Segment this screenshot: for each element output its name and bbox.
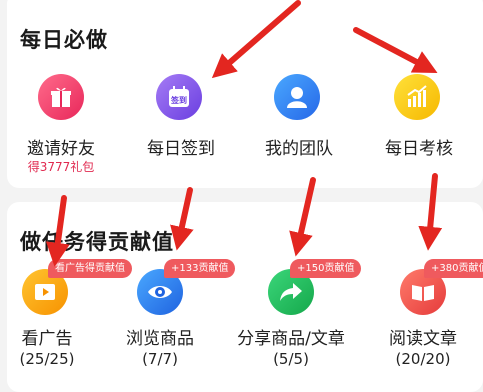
watch-ad-badge: 看广告得贡献值 <box>48 259 132 278</box>
daily-signin-label[interactable]: 每日签到 <box>147 134 215 159</box>
daily-review-label[interactable]: 每日考核 <box>385 134 453 159</box>
contribution-tasks-title: 做任务得贡献值 <box>20 230 174 254</box>
browse-products-count: (7/7) <box>142 350 178 368</box>
browse-badge: +133贡献值 <box>164 259 236 278</box>
watch-ad-label[interactable]: 看广告 <box>22 324 73 349</box>
svg-text:签到: 签到 <box>170 95 187 105</box>
daily-tasks-title: 每日必做 <box>20 28 108 52</box>
browse-products-label[interactable]: 浏览商品 <box>126 324 194 349</box>
share-badge: +150贡献值 <box>290 259 362 278</box>
invite-bonus-text: 得3777礼包 <box>27 160 95 174</box>
team-icon[interactable] <box>274 74 320 120</box>
watch-ad-count: (25/25) <box>19 350 75 368</box>
calendar-signin-icon[interactable]: 签到 <box>156 74 202 120</box>
my-team-label[interactable]: 我的团队 <box>265 134 333 159</box>
share-products-count: (5/5) <box>273 350 309 368</box>
invite-friends-label[interactable]: 邀请好友 <box>27 134 95 159</box>
gift-icon[interactable] <box>38 74 84 120</box>
share-products-label[interactable]: 分享商品/文章 <box>237 324 345 349</box>
read-articles-count: (20/20) <box>395 350 451 368</box>
bar-chart-icon[interactable] <box>394 74 440 120</box>
read-articles-label[interactable]: 阅读文章 <box>389 324 457 349</box>
read-badge: +380贡献值 <box>424 259 483 278</box>
